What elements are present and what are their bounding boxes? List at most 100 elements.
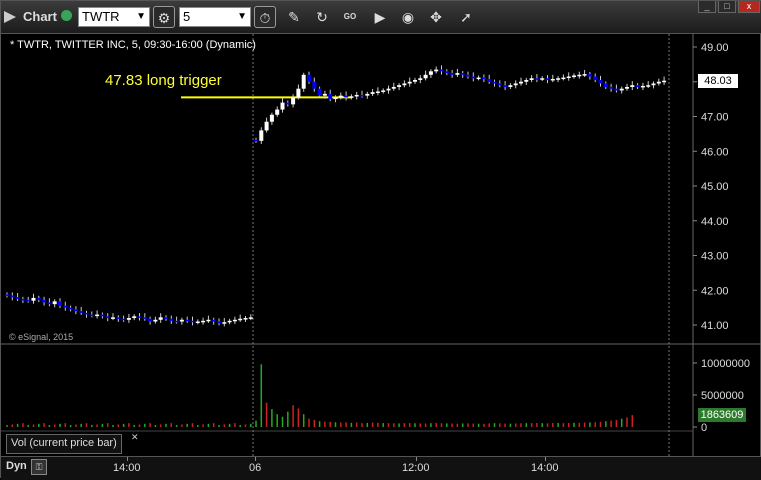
candle-body xyxy=(217,321,221,324)
candle-body xyxy=(132,316,137,319)
interval-clock-icon[interactable]: ⏱ xyxy=(254,6,276,28)
candle-body xyxy=(47,302,52,305)
candle-body xyxy=(349,96,354,98)
goto-icon[interactable]: GO xyxy=(339,6,361,28)
minimize-icon[interactable]: _ xyxy=(698,1,716,13)
goto-label: GO xyxy=(343,12,357,21)
candle-body xyxy=(625,86,629,89)
candle-body xyxy=(391,86,396,89)
candle-body xyxy=(185,319,190,322)
lock-icon[interactable]: ⚿ xyxy=(31,459,47,475)
close-icon[interactable]: x xyxy=(738,1,760,13)
candle-body xyxy=(58,301,62,306)
candle-body xyxy=(301,74,306,89)
crosshair-icon[interactable]: ✥ xyxy=(425,6,447,28)
candle-body xyxy=(529,78,534,81)
candle-body xyxy=(593,76,598,81)
candle-body xyxy=(116,317,121,319)
candle-body xyxy=(402,83,407,86)
candle-body xyxy=(259,130,264,141)
price-chart[interactable]: 49.0048.0047.0046.0045.0044.0043.0042.00… xyxy=(1,34,761,456)
volume-study-text: Vol (current price bar) xyxy=(11,437,117,449)
candle-body xyxy=(508,85,513,87)
candle-body xyxy=(487,78,492,82)
tag-icon[interactable]: ➚ xyxy=(455,6,477,28)
time-tick-label: 14:00 xyxy=(531,462,559,474)
candle-body xyxy=(328,93,333,100)
chevron-down-icon: ▼ xyxy=(136,11,146,22)
copyright-text: © eSignal, 2015 xyxy=(9,332,74,342)
price-tick-label: 43.00 xyxy=(701,251,729,263)
candle-body xyxy=(264,121,269,131)
current-volume-tag: 1863609 xyxy=(698,408,746,422)
candle-body xyxy=(269,114,274,122)
candle-body xyxy=(370,92,375,94)
candle-body xyxy=(365,93,370,96)
draw-pencil-icon[interactable]: ✎ xyxy=(283,6,305,28)
close-glyph: x xyxy=(746,1,752,11)
time-tick-label: 14:00 xyxy=(113,462,141,474)
candle-body xyxy=(312,81,317,89)
price-tick-label: 45.00 xyxy=(701,181,729,193)
symbol-dropdown[interactable]: TWTR ▼ xyxy=(78,7,150,27)
candle-body xyxy=(630,85,635,87)
time-axis-bar: Dyn ⚿ 14:00 06 12:00 14:00 xyxy=(1,456,761,480)
candle-body xyxy=(10,295,15,298)
time-tick-label: 12:00 xyxy=(402,462,430,474)
candle-body xyxy=(89,314,94,317)
candle-body xyxy=(111,317,115,319)
candle-body xyxy=(31,297,36,301)
maximize-icon[interactable]: □ xyxy=(718,1,736,13)
candle-body xyxy=(243,318,248,320)
volume-study-label[interactable]: Vol (current price bar) ✕ xyxy=(6,432,139,454)
candle-body xyxy=(418,78,423,81)
candle-body xyxy=(550,78,555,81)
price-tick-label: 46.00 xyxy=(701,146,729,158)
price-tick-label: 41.00 xyxy=(701,320,729,332)
candle-body xyxy=(582,74,587,76)
candle-body xyxy=(248,317,253,319)
candle-body xyxy=(285,102,290,105)
candle-body xyxy=(195,321,200,324)
candle-body xyxy=(52,301,57,305)
candle-body xyxy=(503,85,508,87)
candle-body xyxy=(434,69,439,72)
chart-toolbar: Chart TWTR ▼ ⚙ 5 ▼ ⏱ ✎ ↻ GO ▶ ◉ ✥ ➚ _ □ … xyxy=(1,1,761,34)
candle-body xyxy=(561,77,566,80)
candle-body xyxy=(476,77,481,80)
candle-body xyxy=(15,297,20,299)
candle-body xyxy=(524,80,529,82)
price-tick-label: 47.00 xyxy=(701,112,729,124)
interval-dropdown[interactable]: 5 ▼ xyxy=(179,7,251,27)
candle-body xyxy=(105,316,110,319)
candle-body xyxy=(153,319,158,322)
volume-tick-label: 10000000 xyxy=(701,358,750,370)
candle-body xyxy=(471,76,476,79)
symbol-settings-icon[interactable]: ⚙ xyxy=(153,6,175,28)
interval-value: 5 xyxy=(183,9,191,24)
candle-body xyxy=(423,74,428,79)
play-icon[interactable]: ▶ xyxy=(369,6,391,28)
candle-body xyxy=(455,73,460,75)
candle-body xyxy=(222,322,227,324)
candle-body xyxy=(375,91,380,93)
time-tick-label: 06 xyxy=(249,462,262,474)
candle-body xyxy=(614,88,619,91)
current-price-tag: 48.03 xyxy=(698,74,738,88)
time-tick-mark xyxy=(255,457,256,461)
snapshot-icon[interactable]: ◉ xyxy=(397,6,419,28)
price-tick-label: 49.00 xyxy=(701,42,729,54)
candle-body xyxy=(540,78,545,80)
link-icon[interactable] xyxy=(61,10,72,21)
candle-body xyxy=(95,314,100,317)
candle-body xyxy=(609,86,614,89)
candle-body xyxy=(354,94,359,97)
refresh-icon[interactable]: ↻ xyxy=(311,6,333,28)
chart-status-icon xyxy=(4,11,16,23)
dynamic-label: Dyn xyxy=(6,460,27,472)
candle-body xyxy=(206,319,211,322)
close-icon[interactable]: ✕ xyxy=(131,429,139,446)
candle-body xyxy=(254,139,258,142)
candle-body xyxy=(662,80,667,83)
candle-body xyxy=(428,71,433,75)
